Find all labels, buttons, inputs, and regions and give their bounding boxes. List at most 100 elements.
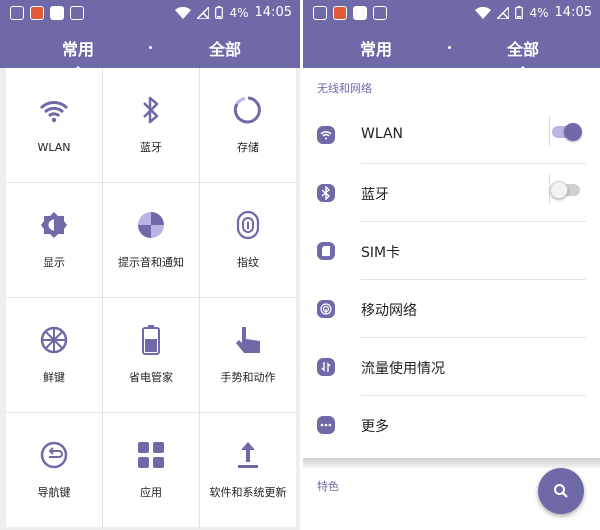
settings-row-data-usage[interactable]: 流量使用情况 [303,338,600,396]
sim-icon [70,6,84,20]
grid-item-label: 软件和系统更新 [209,486,287,499]
notification-icon [313,6,327,20]
settings-row-mobile-network[interactable]: 移动网络 [303,280,600,338]
app-badge-icon [30,6,44,20]
tab-separator-dot [149,46,152,49]
left-screen: 4% 14:05 常用 全部 WLAN 蓝牙 存储 显示 提示音和通知 指纹 鲜… [0,0,300,530]
grid-item-label: 应用 [140,486,162,499]
grid-item-system-update[interactable]: 软件和系统更新 [200,413,296,527]
settings-row-label: 移动网络 [361,303,417,319]
grid-item-navigation-key[interactable]: 导航键 [6,413,102,527]
grid-item-wlan[interactable]: WLAN [6,68,102,182]
bluetooth-toggle[interactable] [550,181,580,199]
gesture-icon [233,325,263,355]
settings-row-label: 流量使用情况 [361,361,445,377]
settings-row-label: WLAN [361,126,404,142]
status-bar: 4% 14:05 [0,0,300,28]
section-separator [303,458,600,468]
fingerprint-icon [233,210,263,240]
wifi-icon [475,6,492,19]
sound-notification-icon [136,210,166,240]
wifi-icon [39,97,69,127]
display-icon [39,210,69,240]
sim-card-icon [317,242,335,260]
grid-item-label: WLAN [37,140,71,154]
tab-all[interactable]: 全部 [185,36,265,60]
grid-item-label: 蓝牙 [140,141,162,154]
clock: 14:05 [554,5,592,20]
mobile-network-icon [317,300,335,318]
data-usage-icon [317,358,335,376]
grid-item-battery-saver[interactable]: 省电管家 [103,298,199,412]
tab-bar: 常用 全部 [0,28,300,72]
grid-item-fresh-key[interactable]: 鲜键 [6,298,102,412]
tab-separator-dot [448,46,451,49]
section-title-featured: 特色 [317,480,339,493]
grid-item-fingerprint[interactable]: 指纹 [200,183,296,297]
settings-row-label: 蓝牙 [361,187,389,203]
wlan-toggle[interactable] [552,123,582,141]
notification-icon [10,6,24,20]
grid-item-sound-notification[interactable]: 提示音和通知 [103,183,199,297]
card-icon [50,6,64,20]
status-bar: 4% 14:05 [303,0,600,28]
sim-icon [373,6,387,20]
clock: 14:05 [254,5,292,20]
grid-item-label: 提示音和通知 [118,256,184,269]
navigation-key-icon [39,440,69,470]
tab-common-label: 常用 [359,40,392,59]
wifi-icon [317,126,335,144]
system-update-icon [233,440,263,470]
apps-icon [136,440,166,470]
grid-item-label: 手势和动作 [220,371,276,384]
row-divider-vertical [549,116,550,146]
settings-row-label: 更多 [361,419,389,435]
tab-all[interactable]: 全部 [483,36,563,72]
battery-icon [215,6,224,19]
grid-item-label: 显示 [43,256,65,269]
grid-item-apps[interactable]: 应用 [103,413,199,527]
tab-bar: 常用 全部 [303,28,600,72]
tab-all-label: 全部 [506,40,539,59]
grid-item-label: 指纹 [237,256,259,269]
active-tab-caret [517,66,529,72]
more-icon [317,416,335,434]
tab-common[interactable]: 常用 [38,36,118,72]
battery-saver-icon [136,325,166,355]
wifi-icon [175,6,192,19]
grid-item-label: 导航键 [37,486,71,499]
search-icon [554,484,568,498]
settings-row-more[interactable]: 更多 [303,396,600,454]
settings-row-sim[interactable]: SIM卡 [303,222,600,280]
right-screen: 4% 14:05 常用 全部 无线和网络 WLAN 蓝牙 SIM卡 移动网络 流… [303,0,600,530]
bluetooth-icon [136,95,166,125]
fresh-key-icon [39,325,69,355]
bluetooth-icon [317,184,335,202]
tab-common[interactable]: 常用 [336,36,416,60]
toggle-knob [550,181,568,199]
grid-item-display[interactable]: 显示 [6,183,102,297]
settings-row-bluetooth[interactable]: 蓝牙 [303,164,600,222]
status-notification-icons [10,6,84,20]
battery-percent: 4% [229,5,249,20]
grid-item-label: 存储 [237,141,259,154]
storage-icon [233,95,263,125]
status-notification-icons [313,6,387,20]
settings-row-wlan[interactable]: WLAN [303,106,600,164]
card-icon [353,6,367,20]
tab-common-label: 常用 [61,40,94,59]
search-button[interactable] [538,468,584,514]
no-signal-icon [197,6,210,19]
toggle-knob [564,123,582,141]
settings-row-label: SIM卡 [361,245,401,261]
grid-item-storage[interactable]: 存储 [200,68,296,182]
battery-percent: 4% [529,5,549,20]
quick-settings-grid: WLAN 蓝牙 存储 显示 提示音和通知 指纹 鲜键 省电管家 手势和动作 导航… [6,68,296,527]
grid-item-label: 鲜键 [43,371,65,384]
grid-item-bluetooth[interactable]: 蓝牙 [103,68,199,182]
grid-item-gesture[interactable]: 手势和动作 [200,298,296,412]
app-badge-icon [333,6,347,20]
battery-icon [515,6,524,19]
section-title-wireless: 无线和网络 [317,82,372,95]
no-signal-icon [497,6,510,19]
